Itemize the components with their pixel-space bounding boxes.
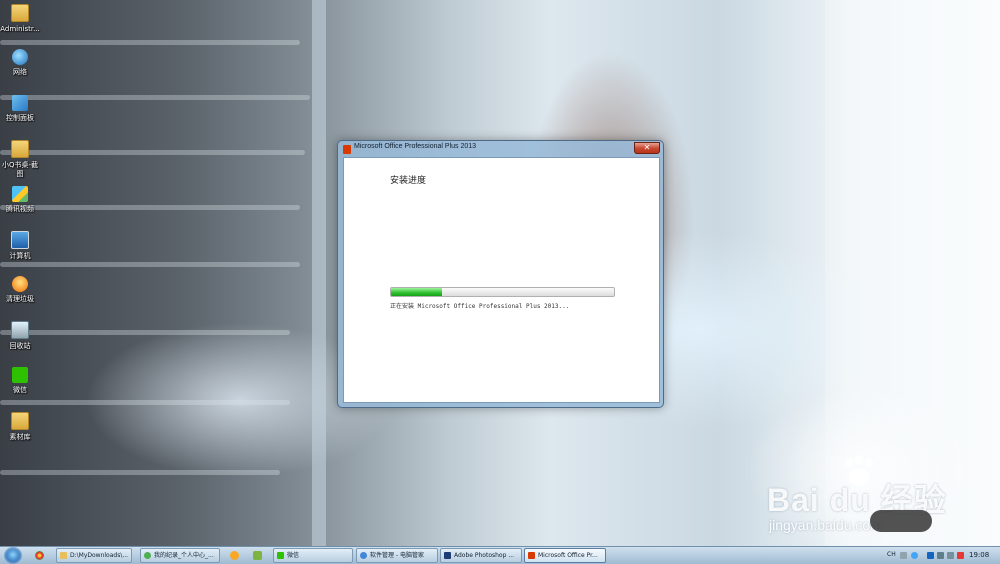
install-status-text: 正在安装 Microsoft Office Professional Plus … (390, 303, 570, 310)
network-icon (12, 49, 28, 65)
close-button[interactable]: ✕ (634, 142, 660, 154)
chrome-icon (144, 552, 151, 559)
taskbar-item-label: 软件管理 - 电脑管家 (370, 552, 424, 559)
wallpaper-stair (0, 470, 280, 475)
input-language-indicator[interactable]: CH (887, 551, 896, 558)
chrome-icon[interactable] (35, 551, 44, 560)
tencent-video-icon (12, 186, 28, 202)
desktop-icon-control-panel[interactable]: 控制面板 (0, 95, 40, 123)
help-icon[interactable] (911, 552, 918, 559)
wechat-icon (277, 552, 284, 559)
desktop-icon-label: 清理垃圾 (6, 295, 34, 303)
recycle-bin-icon (11, 321, 29, 339)
folder-icon (11, 412, 29, 430)
desktop-icon-label: 小Q书桌-截图 (1, 161, 39, 178)
wallpaper-stair (0, 40, 300, 45)
desktop-icon-label: 控制面板 (6, 114, 34, 122)
desktop-icon-network[interactable]: 网络 (0, 49, 40, 77)
watermark-url: jingyan.baidu.com (769, 517, 882, 533)
window-title: Microsoft Office Professional Plus 2013 (354, 143, 477, 150)
taskbar-item-pc-manager[interactable]: 软件管理 - 电脑管家 (356, 548, 438, 563)
network-icon[interactable] (937, 552, 944, 559)
taskbar-item-label: 我的纪录_个人中心_... (154, 552, 214, 559)
wallpaper-stair (0, 400, 290, 405)
office-icon (528, 552, 535, 559)
media-player-icon[interactable] (253, 551, 262, 560)
start-button[interactable] (4, 547, 22, 564)
window-titlebar[interactable]: Microsoft Office Professional Plus 2013 … (338, 141, 663, 157)
taskbar-item-label: D:\MyDownloads\... (70, 552, 129, 559)
wallpaper-stair (0, 330, 290, 335)
computer-icon (11, 231, 29, 249)
flag-icon[interactable] (957, 552, 964, 559)
desktop-icon-label: 微信 (13, 386, 27, 394)
office-icon (343, 145, 351, 154)
window-content: 安装进度 正在安装 Microsoft Office Professional … (343, 157, 660, 403)
desktop-icon-computer[interactable]: 计算机 (0, 231, 40, 261)
install-progress-bar (390, 287, 615, 297)
photoshop-icon (444, 552, 451, 559)
desktop-icon-recycle-bin[interactable]: 回收站 (0, 321, 40, 351)
taskbar-item-office-installer[interactable]: Microsoft Office Pr... (524, 548, 606, 563)
folder-icon (11, 140, 29, 158)
desktop-icon-screenshot-folder[interactable]: 小Q书桌-截图 (0, 140, 40, 179)
desktop-icon-label: 素材库 (9, 433, 31, 441)
norton-icon[interactable] (230, 551, 239, 560)
desktop-icon-cleaner[interactable]: 清理垃圾 (0, 276, 40, 304)
desktop-icon-materials[interactable]: 素材库 (0, 412, 40, 442)
taskbar-item-label: Microsoft Office Pr... (538, 552, 598, 559)
control-panel-icon (12, 95, 28, 111)
taskbar-item-label: Adobe Photoshop ... (454, 552, 515, 559)
desktop-icon-label: 腾讯视频 (6, 205, 34, 213)
cleaner-icon (12, 276, 28, 292)
taskbar-item-label: 微信 (287, 552, 300, 559)
wallpaper-stair (0, 150, 305, 155)
taskbar-item-chrome[interactable]: 我的纪录_个人中心_... (140, 548, 220, 563)
wallpaper-stair (0, 95, 310, 100)
wechat-icon (12, 367, 28, 383)
desktop: Administr... 网络 控制面板 小Q书桌-截图 腾讯视频 计算机 清理… (0, 0, 1000, 546)
taskbar-item-downloads[interactable]: D:\MyDownloads\... (56, 548, 132, 563)
shield-icon[interactable] (927, 552, 934, 559)
taskbar-item-photoshop[interactable]: Adobe Photoshop ... (440, 548, 522, 563)
pc-manager-icon (360, 552, 367, 559)
install-progress-heading: 安装进度 (390, 176, 427, 186)
wallpaper-stair (0, 262, 300, 267)
desktop-icon-tencent-video[interactable]: 腾讯视频 (0, 186, 40, 214)
floating-speed-widget[interactable] (870, 510, 932, 532)
folder-icon (60, 552, 67, 559)
desktop-icon-label: 计算机 (9, 252, 31, 260)
taskbar-item-wechat[interactable]: 微信 (273, 548, 353, 563)
system-tray: CH 19:08 (883, 547, 1000, 564)
desktop-icon-label: 回收站 (9, 342, 31, 350)
wallpaper-pillar (312, 0, 326, 546)
keyboard-icon[interactable] (900, 552, 907, 559)
desktop-icon-administrator[interactable]: Administr... (0, 4, 40, 34)
wallpaper-stair (0, 205, 300, 210)
volume-icon[interactable] (947, 552, 954, 559)
folder-icon (11, 4, 29, 22)
desktop-icon-wechat[interactable]: 微信 (0, 367, 40, 395)
taskbar-clock[interactable]: 19:08 (969, 551, 989, 559)
desktop-icon-label: 网络 (13, 68, 27, 76)
office-installer-window: Microsoft Office Professional Plus 2013 … (337, 140, 664, 408)
desktop-icon-label: Administr... (0, 25, 40, 33)
install-progress-fill (391, 288, 443, 296)
taskbar: D:\MyDownloads\... 我的纪录_个人中心_... 微信 软件管理… (0, 546, 1000, 564)
